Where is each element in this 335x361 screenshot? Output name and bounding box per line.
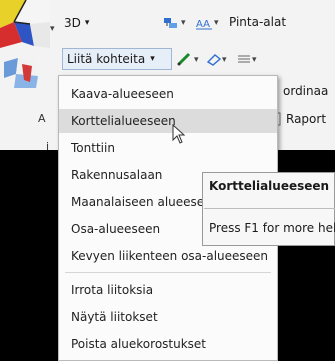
menu-item-kevyen-liikenteen[interactable]: Kevyen liikenteen osa-alueeseen [59,244,277,268]
dropdown-arrow-icon[interactable]: ▾ [194,55,199,65]
list-icon[interactable] [236,52,252,66]
layers-icon[interactable] [163,16,179,30]
pinta-alat-button[interactable]: Pinta-alat [229,15,286,29]
menu-item-nayta-liitokset[interactable]: Näytä liitokset [59,305,277,329]
area-measure-icon[interactable]: AA [196,16,212,30]
left-label-a: A [38,112,46,125]
tooltip-divider [204,208,335,209]
dropdown-arrow-icon[interactable]: ▾ [181,18,186,28]
app-dropdown-arrow-icon[interactable]: ▾ [50,24,55,34]
raportit-button[interactable]: Raport [286,112,326,126]
eraser-icon[interactable] [206,52,222,66]
dropdown-arrow-icon: ▾ [150,54,155,64]
dropdown-arrow-icon[interactable]: ▾ [222,55,227,65]
menu-item-kaava-alueeseen[interactable]: Kaava-alueeseen [59,82,277,106]
svg-text:AA: AA [196,19,210,30]
mouse-cursor-icon [172,124,186,144]
tooltip-title: Korttelialueeseen [209,179,330,193]
dropdown-arrow-icon: ▾ [84,18,90,28]
pen-draw-icon[interactable] [177,52,193,66]
3d-button[interactable]: 3D ▾ [64,16,89,30]
tooltip-help-text: Press F1 for more help [209,221,335,235]
dropdown-arrow-icon[interactable]: ▾ [252,55,257,65]
menu-separator [65,272,271,273]
liita-kohteita-button[interactable]: Liitä kohteita ▾ [62,48,172,70]
menu-item-irrota-liitoksia[interactable]: Irrota liitoksia [59,278,277,302]
menu-item-korttelialueeseen[interactable]: Korttelialueeseen [59,109,277,133]
tooltip: Korttelialueeseen Press F1 for more help [202,172,335,246]
menu-item-tonttiin[interactable]: Tonttiin [59,136,277,160]
koordinaatit-button[interactable]: ordinaa [283,84,328,98]
3d-label: 3D [64,16,81,30]
map-tool-icon[interactable] [2,54,42,90]
menu-item-poista-aluekorostukset[interactable]: Poista aluekorostukset [59,332,277,356]
liita-kohteita-label: Liitä kohteita [67,52,146,66]
app-logo-icon[interactable] [0,0,50,50]
dropdown-arrow-icon[interactable]: ▾ [214,18,219,28]
